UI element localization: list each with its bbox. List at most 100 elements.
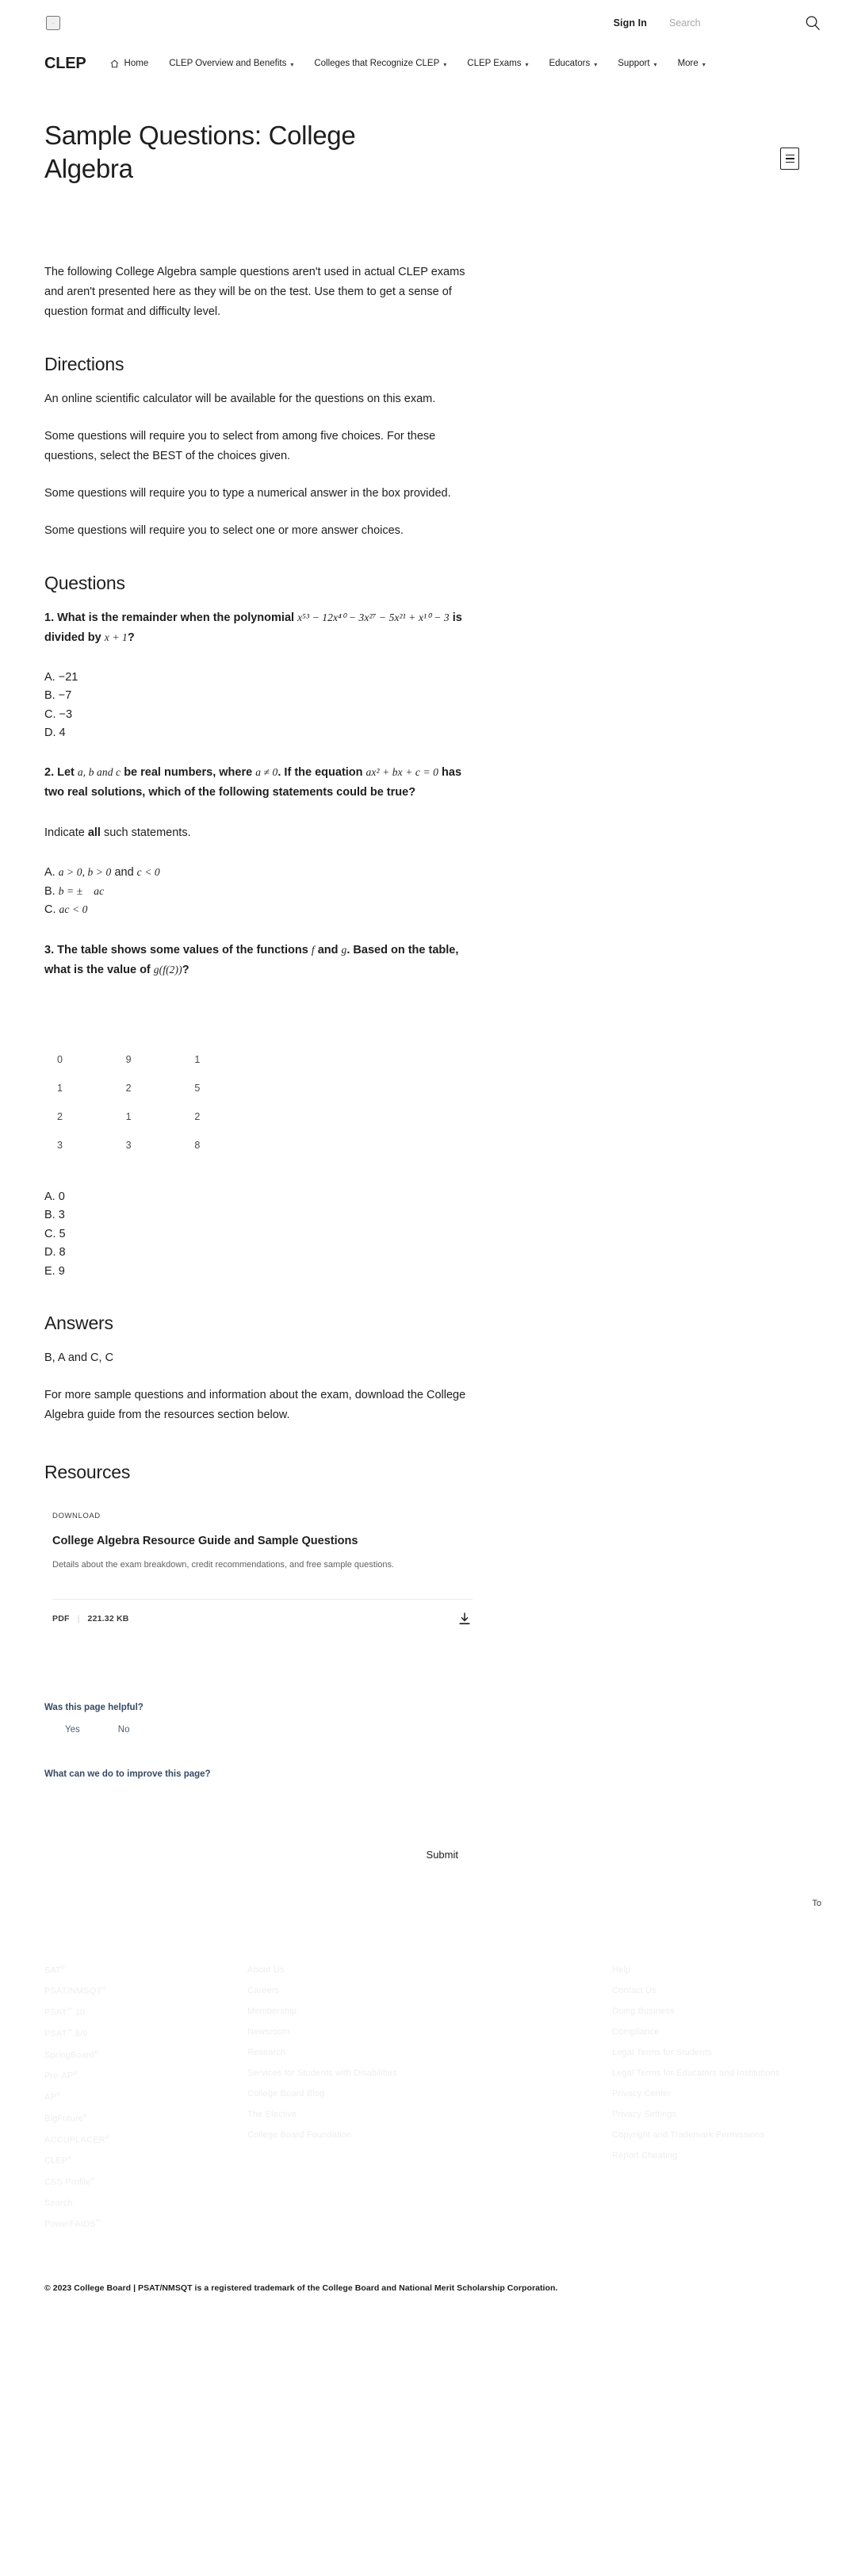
feedback-yes-button[interactable]: Yes (65, 1725, 80, 1735)
footer-link-careers[interactable]: Careers (247, 1986, 612, 1995)
article-body: The following College Algebra sample que… (0, 185, 488, 1425)
table-cell: 2 (125, 1082, 132, 1094)
choice-item[interactable]: C. ac < 0 (44, 901, 467, 919)
brand-logo-clep[interactable]: CLEP (44, 55, 86, 73)
footer-link-label: Pre-AP (44, 2072, 74, 2082)
footer-link-help[interactable]: Help (612, 1965, 842, 1975)
toc-line (785, 161, 794, 163)
footer-link-compliance[interactable]: Compliance (612, 2027, 842, 2037)
question-3-qmark: ? (182, 963, 189, 976)
footer-link-report-cheating[interactable]: Report Cheating (612, 2151, 842, 2160)
footer-link-label: BigFuture (44, 2114, 84, 2124)
choice-item[interactable]: A. a > 0, b > 0 and c < 0 (44, 864, 467, 882)
search-icon[interactable] (804, 14, 821, 32)
answers-heading: Answers (44, 1313, 113, 1334)
utility-bar-right: Sign In (614, 14, 821, 32)
footer-link-bigfuture[interactable]: BigFuture® (44, 2114, 247, 2124)
nav-item-clep-exams[interactable]: CLEP Exams ▾ (467, 59, 528, 68)
feedback-improve-textarea[interactable] (44, 1789, 441, 1841)
choice-item[interactable]: E. 9 (44, 1263, 467, 1281)
footer-link-label: CLEP (44, 2156, 68, 2167)
table-row: 0 9 1 (54, 1045, 260, 1074)
footer-link-privacy-settings[interactable]: Privacy Settings (612, 2110, 842, 2119)
resource-description: Details about the exam breakdown, credit… (52, 1560, 395, 1570)
choice-item[interactable]: A. −21 (44, 669, 467, 687)
resource-title-link[interactable]: College Algebra Resource Guide and Sampl… (52, 1533, 473, 1549)
footer-link-sat[interactable]: SAT® (44, 1965, 247, 1976)
table-row: 3 3 8 (54, 1131, 260, 1160)
footer-link-accuplacer[interactable]: ACCUPLACER® (44, 2135, 247, 2145)
footer-link-legal-terms-for-educators-and-institutions[interactable]: Legal Terms for Educators and Institutio… (612, 2068, 842, 2078)
language-selector-chevron-down-icon[interactable] (46, 16, 60, 30)
footer-link-label: AP (44, 2092, 56, 2103)
footer-link-springboard[interactable]: SpringBoard® (44, 2050, 247, 2060)
footer-link-psat-8-9[interactable]: PSAT™ 8/9 (44, 2029, 247, 2039)
footer-link-college-board-foundation[interactable]: College Board Foundation (247, 2130, 612, 2140)
nav-item-colleges-that-recognize-clep[interactable]: Colleges that Recognize CLEP ▾ (314, 59, 446, 68)
footer-link-services-for-students-with-disabilities[interactable]: Services for Students with Disabilities (247, 2068, 612, 2078)
question-2-text-part1: Let (57, 766, 75, 780)
choice-conjunction: and (114, 866, 134, 880)
feedback-no-button[interactable]: No (118, 1725, 130, 1735)
chevron-down-icon: ▾ (702, 60, 706, 68)
choice-item[interactable]: D. 8 (44, 1244, 467, 1262)
footer-link-psat-nmsqt[interactable]: PSAT/NMSQT® (44, 1986, 247, 1996)
footer-link-copyright-and-trademark-permissions[interactable]: Copyright and Trademark Permissions (612, 2130, 842, 2140)
footer-column-support: Help Contact Us Doing Business Complianc… (612, 1965, 842, 2241)
question-2-condition: a ≠ 0 (255, 766, 278, 779)
choice-item[interactable]: B. b = ± ac (44, 883, 467, 901)
choice-item[interactable]: B. −7 (44, 687, 467, 705)
main-navigation: CLEP Home CLEP Overview and Benefits ▾ C… (0, 46, 842, 81)
directions-paragraph-3: Some questions will require you to type … (44, 486, 451, 500)
back-to-top-button[interactable]: To (812, 1899, 821, 1908)
footer-link-doing-business[interactable]: Doing Business (612, 2007, 842, 2016)
choice-math-a: ac < 0 (59, 903, 88, 916)
question-2-stem: 2. Let a, b and c be real numbers, where… (44, 763, 467, 803)
table-of-contents-icon[interactable] (780, 148, 799, 170)
footer-link-membership[interactable]: Membership (247, 2007, 612, 2016)
choice-math-b: c < 0 (136, 866, 160, 879)
footer-link-sup: ® (83, 2113, 88, 2119)
footer-link-psat-10[interactable]: PSAT™ 10 (44, 2007, 247, 2018)
question-2-indicate-instruction: Indicate all such statements. (44, 823, 467, 843)
function-values-table: 0 9 1 1 2 5 2 1 2 3 3 8 (54, 1045, 260, 1160)
footer-link-the-elective[interactable]: The Elective (247, 2110, 612, 2119)
nav-item-home[interactable]: Home (110, 59, 148, 68)
toc-line (785, 158, 794, 159)
sign-in-link[interactable]: Sign In (614, 17, 647, 29)
table-cell: 0 (57, 1053, 63, 1065)
nav-item-support[interactable]: Support ▾ (618, 59, 656, 68)
footer-link-privacy-center[interactable]: Privacy Center (612, 2089, 842, 2099)
download-icon[interactable] (457, 1611, 473, 1627)
footer-link-newsroom[interactable]: Newsroom (247, 2027, 612, 2037)
footer-link-legal-terms-for-students[interactable]: Legal Terms for Students (612, 2048, 842, 2057)
resources-heading: Resources (44, 1461, 131, 1482)
choice-item[interactable]: C. −3 (44, 706, 467, 724)
table-cell: 1 (57, 1082, 63, 1094)
chevron-down-icon: ▾ (525, 60, 529, 68)
choice-item[interactable]: D. 4 (44, 724, 467, 742)
footer-link-clep[interactable]: CLEP® (44, 2156, 247, 2166)
footer-link-pre-ap[interactable]: Pre-AP® (44, 2071, 247, 2081)
footer-link-ap[interactable]: AP® (44, 2092, 247, 2103)
footer-link-research[interactable]: Research (247, 2048, 612, 2057)
feedback-submit-button[interactable]: Submit (420, 1846, 465, 1864)
footer-link-powerfaids[interactable]: PowerFAIDS™ (44, 2219, 247, 2229)
question-1-text-part1: What is the remainder when the polynomia… (57, 611, 295, 624)
footer-link-about-us[interactable]: About Us (247, 1965, 612, 1975)
footer-link-search[interactable]: Search (44, 2198, 247, 2208)
choice-item[interactable]: B. 3 (44, 1206, 467, 1225)
choice-item[interactable]: A. 0 (44, 1188, 467, 1206)
nav-item-more[interactable]: More ▾ (678, 59, 706, 68)
footer-link-college-board-blog[interactable]: College Board Blog (247, 2089, 612, 2099)
site-footer: SAT® PSAT/NMSQT® PSAT™ 10 PSAT™ 8/9 Spri… (0, 1908, 842, 2241)
question-3-expression: g(f(2)) (153, 963, 182, 976)
nav-item-educators[interactable]: Educators ▾ (549, 59, 597, 68)
footer-link-css-profile[interactable]: CSS Profile® (44, 2177, 247, 2187)
table-row: 2 1 2 (54, 1102, 260, 1131)
footer-link-contact-us[interactable]: Contact Us (612, 1986, 842, 1995)
choice-item[interactable]: C. 5 (44, 1225, 467, 1244)
search-input[interactable] (669, 17, 764, 29)
nav-item-clep-overview-and-benefits[interactable]: CLEP Overview and Benefits ▾ (169, 59, 293, 68)
function-values-table-wrapper: 0 9 1 1 2 5 2 1 2 3 3 8 (44, 1045, 467, 1160)
